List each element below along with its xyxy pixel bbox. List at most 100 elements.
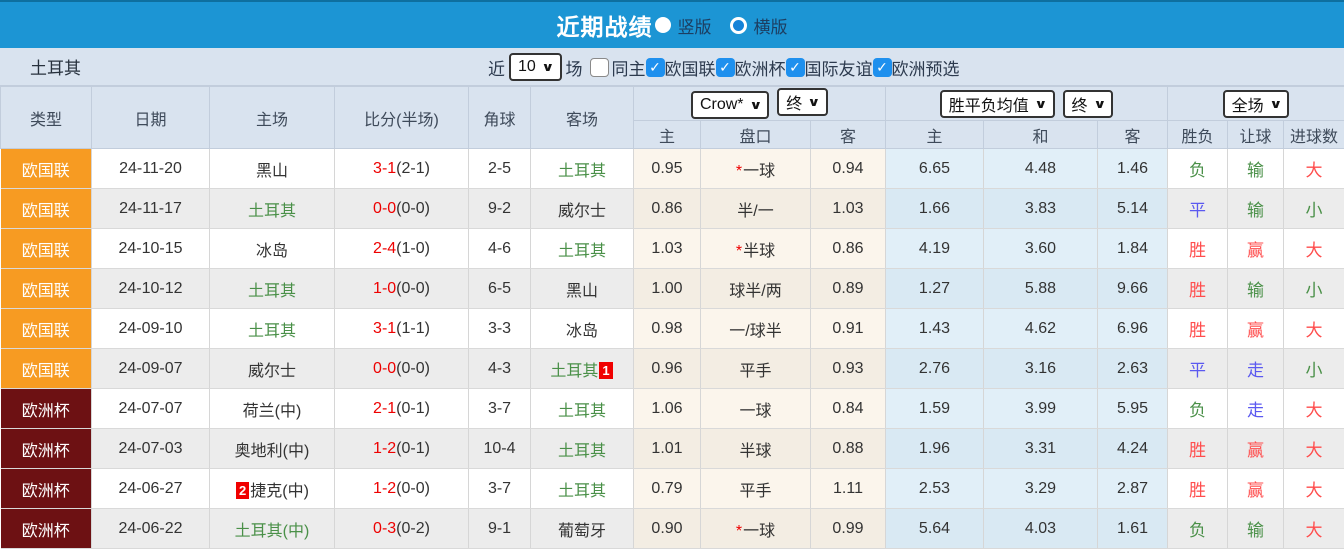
- result-wdl: 胜: [1167, 228, 1229, 269]
- league-badge: 欧洲杯: [0, 468, 92, 509]
- result-wdl: 胜: [1167, 308, 1229, 349]
- score: 1-2(0-1): [334, 428, 469, 469]
- home-odds: 0.86: [633, 188, 701, 229]
- handicap-line: 平手: [700, 468, 811, 509]
- col-header-avg-draw: 和: [983, 120, 1098, 149]
- same-home-label[interactable]: 同主: [612, 55, 646, 80]
- col-header-type: 类型: [0, 86, 92, 149]
- col-header-odds-away: 客: [810, 120, 886, 149]
- result-goals: 小: [1283, 268, 1344, 309]
- score: 0-0(0-0): [334, 188, 469, 229]
- scope-dropdown[interactable]: 全场 ∨: [1222, 89, 1290, 118]
- col-header-odds-home: 主: [633, 120, 701, 149]
- away-team: 土耳其: [530, 468, 634, 509]
- odds-source-dropdown[interactable]: Crow* ∨: [690, 91, 770, 119]
- league-checkbox[interactable]: ✓: [715, 57, 735, 77]
- full-time-score: 0-3: [373, 519, 397, 537]
- recent-label: 近: [488, 59, 505, 79]
- league-checkbox-label[interactable]: 欧洲预选: [892, 55, 960, 80]
- avg-draw: 5.88: [983, 268, 1098, 309]
- full-time-score: 1-2: [373, 439, 397, 457]
- league-checkbox-label[interactable]: 欧国联: [665, 55, 716, 80]
- handicap-line: 一/球半: [700, 308, 811, 349]
- result-goals: 大: [1283, 428, 1344, 469]
- home-team: 2 捷克(中): [209, 468, 335, 509]
- result-handicap: 输: [1227, 268, 1285, 309]
- home-team: 威尔士: [209, 348, 335, 389]
- chevron-down-icon: ∨: [1034, 96, 1048, 111]
- away-odds: 1.03: [810, 188, 886, 229]
- handicap-line: 平手: [700, 348, 811, 389]
- match-row: 欧洲杯 24-06-27 2 捷克(中) 1-2(0-0) 3-7 土耳其 0.79 平手 1.1…: [0, 468, 1344, 509]
- home-team-name: 荷兰(中): [242, 402, 302, 420]
- match-row: 欧洲杯 24-07-07 荷兰(中) 2-1(0-1) 3-7 土耳其 1.06 一球 0.84…: [0, 388, 1344, 429]
- recent-count-select[interactable]: 10 ∨: [509, 53, 562, 81]
- avg-type-dropdown[interactable]: 胜平负均值 ∨: [939, 89, 1055, 118]
- away-team-name: 土耳其: [550, 362, 599, 380]
- away-team: 土耳其: [530, 148, 634, 189]
- half-time-score: (0-1): [396, 399, 430, 417]
- away-team: 土耳其: [530, 228, 634, 269]
- odds-source-value: Crow*: [699, 96, 744, 113]
- recent-count-value: 10: [518, 58, 536, 75]
- avg-draw: 3.31: [983, 428, 1098, 469]
- league-filters: ✓ 欧国联 ✓ 欧洲杯 ✓ 国际友谊 ✓ 欧洲预选: [645, 55, 960, 80]
- same-home-checkbox[interactable]: [589, 57, 609, 77]
- league-badge: 欧国联: [0, 308, 92, 349]
- chevron-down-icon: ∨: [807, 95, 821, 109]
- avg-home: 1.27: [885, 268, 984, 309]
- league-checkbox[interactable]: ✓: [645, 57, 665, 77]
- score: 3-1(1-1): [334, 308, 469, 349]
- result-goals: 大: [1283, 308, 1344, 349]
- corners: 6-5: [468, 268, 531, 309]
- corners: 10-4: [468, 428, 531, 469]
- match-date: 24-10-12: [91, 268, 210, 309]
- home-team-name: 黑山: [255, 162, 288, 180]
- radio-horizontal-label[interactable]: 横版: [754, 13, 788, 38]
- home-team-name: 土耳其: [247, 282, 296, 300]
- league-checkbox-label[interactable]: 国际友谊: [805, 55, 873, 80]
- score: 3-1(2-1): [334, 148, 469, 189]
- league-checkbox-label[interactable]: 欧洲杯: [735, 55, 786, 80]
- result-goals: 大: [1283, 388, 1344, 429]
- away-team-name: 土耳其: [557, 482, 606, 500]
- match-row: 欧国联 24-11-20 黑山 3-1(2-1) 2-5 土耳其 0.95 *一球 0.94 6.…: [0, 148, 1344, 189]
- full-time-score: 3-1: [373, 159, 397, 177]
- avg-away: 4.24: [1097, 428, 1169, 469]
- odds-time-value: 终: [786, 96, 803, 113]
- half-time-score: (1-0): [396, 239, 430, 257]
- scope-value: 全场: [1231, 97, 1264, 115]
- match-date: 24-11-20: [91, 148, 210, 189]
- avg-time-dropdown[interactable]: 终 ∨: [1062, 89, 1114, 118]
- red-card-badge: 2: [236, 481, 250, 499]
- half-time-score: (0-1): [396, 439, 430, 457]
- half-time-score: (0-2): [396, 519, 430, 537]
- full-time-score: 2-1: [373, 399, 397, 417]
- league-checkbox[interactable]: ✓: [785, 57, 805, 77]
- home-odds: 0.98: [633, 308, 701, 349]
- odds-time-dropdown[interactable]: 终 ∨: [777, 88, 829, 116]
- radio-vertical[interactable]: [654, 17, 671, 33]
- avg-away: 1.84: [1097, 228, 1169, 269]
- match-date: 24-06-22: [91, 508, 210, 549]
- score: 1-0(0-0): [334, 268, 469, 309]
- chevron-down-icon: ∨: [541, 60, 555, 74]
- home-odds: 0.90: [633, 508, 701, 549]
- avg-draw: 4.62: [983, 308, 1098, 349]
- league-badge: 欧国联: [0, 188, 92, 229]
- home-team-name: 冰岛: [255, 242, 288, 260]
- handicap-line: 半/一: [700, 188, 811, 229]
- home-odds: 1.01: [633, 428, 701, 469]
- result-wdl: 负: [1167, 148, 1229, 189]
- handicap-line: 半球: [700, 428, 811, 469]
- away-team: 威尔士: [530, 188, 634, 229]
- radio-horizontal[interactable]: [729, 16, 747, 34]
- away-team: 土耳其: [530, 428, 634, 469]
- radio-vertical-label[interactable]: 竖版: [678, 13, 712, 38]
- filter-bar: 土耳其 近 10 ∨ 场 同主 ✓ 欧国联 ✓ 欧洲杯 ✓ 国际友谊 ✓ 欧洲预选: [0, 48, 1344, 86]
- away-team: 黑山: [530, 268, 634, 309]
- scope-header-group: 全场 ∨: [1167, 86, 1344, 121]
- league-checkbox[interactable]: ✓: [872, 57, 892, 77]
- avg-home: 6.65: [885, 148, 984, 189]
- result-wdl: 平: [1167, 188, 1229, 229]
